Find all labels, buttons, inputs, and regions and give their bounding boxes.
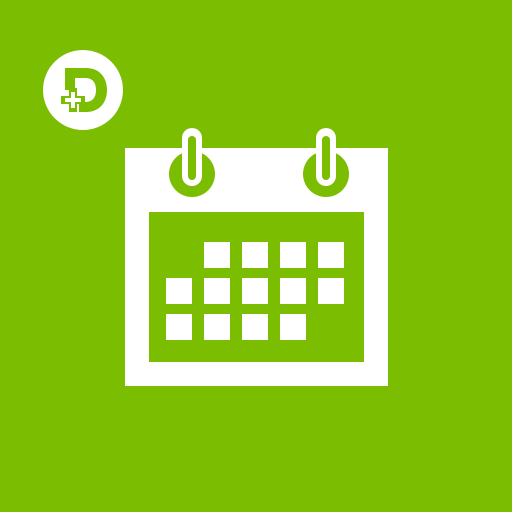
calendar-day-cell xyxy=(242,314,268,340)
calendar-day-cell xyxy=(204,314,230,340)
calendar-day-cell xyxy=(280,314,306,340)
calendar-day-cell xyxy=(242,278,268,304)
calendar-day-cell xyxy=(166,278,192,304)
calendar-day-cell xyxy=(242,242,268,268)
calendar-day-cell xyxy=(204,278,230,304)
calendar-day-cell xyxy=(280,242,306,268)
app-tile xyxy=(0,0,512,512)
calendar-day-cell xyxy=(318,278,344,304)
calendar-day-cell xyxy=(204,242,230,268)
calendar-day-cell xyxy=(166,314,192,340)
calendar-day-cell xyxy=(280,278,306,304)
brand-logo-icon xyxy=(41,48,125,132)
calendar-icon xyxy=(122,124,390,388)
calendar-day-cell xyxy=(318,242,344,268)
